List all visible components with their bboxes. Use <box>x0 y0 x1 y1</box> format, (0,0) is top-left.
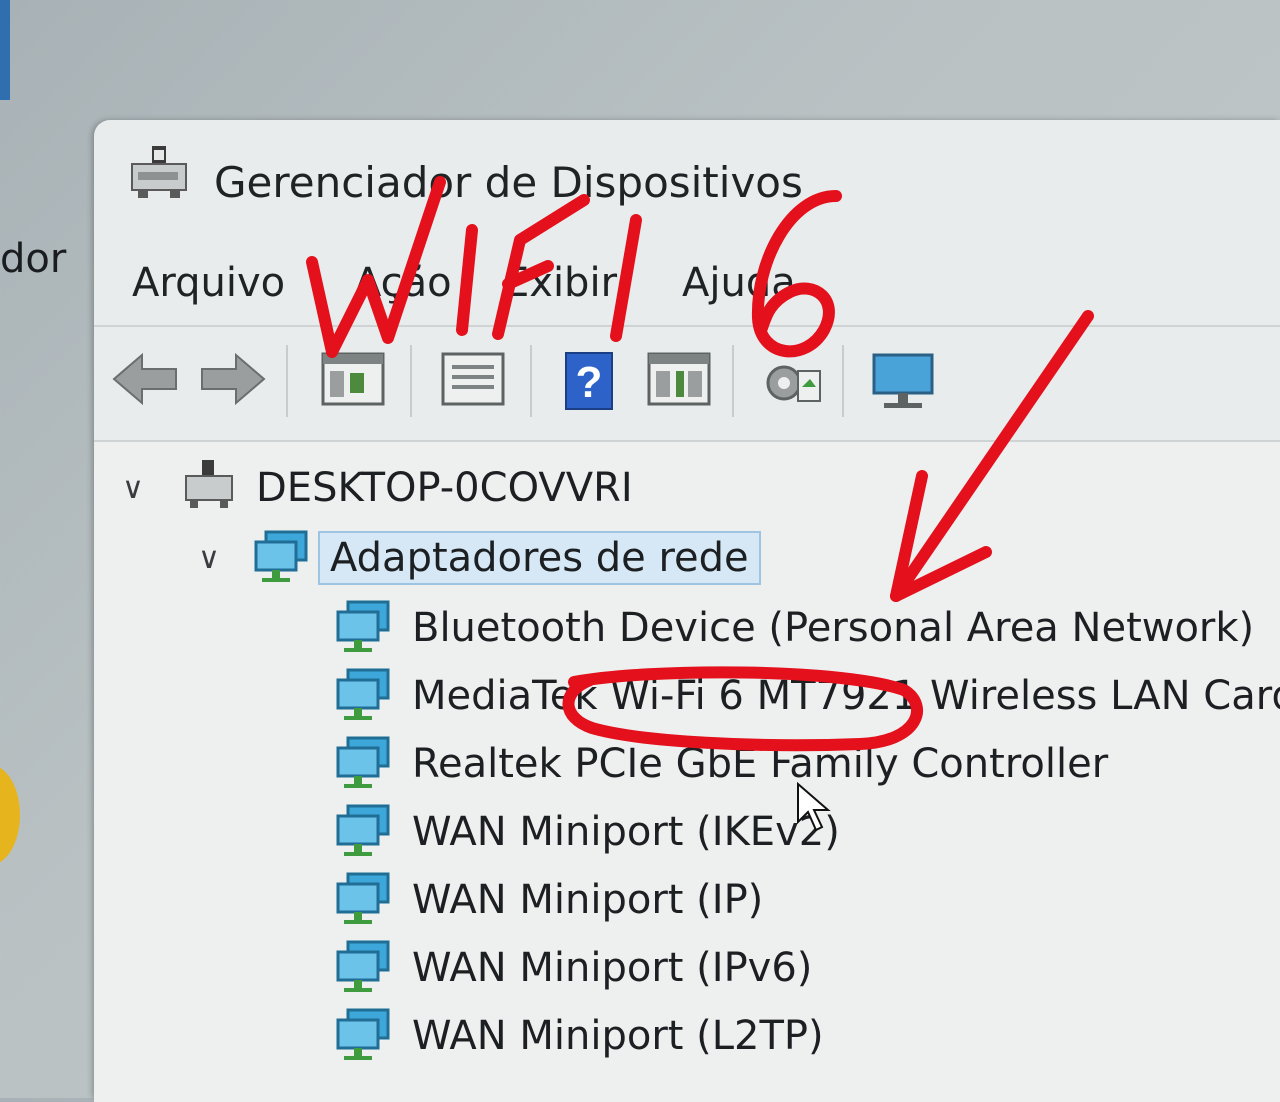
menu-arquivo[interactable]: Arquivo <box>132 260 285 306</box>
toolbar-separator <box>842 345 844 417</box>
mouse-cursor-icon <box>797 782 831 832</box>
computer-name: DESKTOP-0COVVRI <box>256 465 633 511</box>
properties-icon[interactable] <box>320 351 386 411</box>
network-adapter-icon <box>334 802 394 862</box>
device-row[interactable]: WAN Miniport (L2TP) <box>334 1006 824 1066</box>
network-adapter-icon <box>334 1006 394 1066</box>
device-label: MediaTek Wi-Fi 6 MT7921 Wireless LAN Car… <box>412 673 1280 719</box>
tree-root-row[interactable]: ∨ DESKTOP-0COVVRI <box>122 458 633 518</box>
help-icon[interactable]: ? <box>564 351 614 415</box>
device-label: WAN Miniport (IP) <box>412 877 764 923</box>
network-adapter-icon <box>334 666 394 726</box>
device-label: Bluetooth Device (Personal Area Network) <box>412 605 1255 651</box>
title-bar[interactable]: Gerenciador de Dispositivos <box>94 120 1280 240</box>
network-adapter-icon <box>252 528 312 588</box>
device-row[interactable]: Realtek PCIe GbE Family Controller <box>334 734 1108 794</box>
svg-text:?: ? <box>576 358 603 407</box>
device-label: Realtek PCIe GbE Family Controller <box>412 741 1109 787</box>
desktop-yellow-icon[interactable] <box>0 765 20 865</box>
device-row[interactable]: WAN Miniport (IPv6) <box>334 938 812 998</box>
chevron-down-icon[interactable]: ∨ <box>122 471 162 506</box>
device-row[interactable]: WAN Miniport (IP) <box>334 870 763 930</box>
toolbar-separator <box>286 345 288 417</box>
network-adapter-icon <box>334 938 394 998</box>
tree-category-row[interactable]: ∨ Adaptadores de rede <box>198 528 761 588</box>
window-title: Gerenciador de Dispositivos <box>214 158 803 207</box>
device-row[interactable]: Bluetooth Device (Personal Area Network) <box>334 598 1254 658</box>
device-label: WAN Miniport (IPv6) <box>412 945 813 991</box>
toolbar-separator <box>410 345 412 417</box>
desktop-icon-label[interactable]: dor <box>0 236 66 282</box>
device-row[interactable]: MediaTek Wi-Fi 6 MT7921 Wireless LAN Car… <box>334 666 1280 726</box>
desktop-window-edge <box>0 0 10 100</box>
category-label: Adaptadores de rede <box>318 531 761 585</box>
update-driver-icon[interactable] <box>440 351 506 411</box>
network-adapter-icon <box>334 598 394 658</box>
show-hidden-icon[interactable] <box>646 351 712 411</box>
device-row[interactable]: WAN Miniport (IKEv2) <box>334 802 840 862</box>
menu-exibir[interactable]: Exibir <box>504 260 617 306</box>
forward-arrow-icon[interactable] <box>198 351 268 411</box>
back-arrow-icon[interactable] <box>110 351 180 411</box>
monitor-icon[interactable] <box>870 351 936 415</box>
toolbar: ? <box>94 325 1280 437</box>
toolbar-separator <box>732 345 734 417</box>
network-adapter-icon <box>334 734 394 794</box>
device-tree: ∨ DESKTOP-0COVVRI ∨ Adaptadores de rede … <box>94 440 1280 1102</box>
menu-bar: Arquivo Ação Exibir Ajuda <box>94 260 1280 320</box>
device-label: WAN Miniport (IKEv2) <box>412 809 840 855</box>
menu-acao[interactable]: Ação <box>354 260 452 306</box>
device-label: WAN Miniport (L2TP) <box>412 1013 824 1059</box>
toolbar-separator <box>530 345 532 417</box>
chevron-down-icon[interactable]: ∨ <box>198 541 238 576</box>
network-adapter-icon <box>334 870 394 930</box>
scan-hardware-icon[interactable] <box>758 351 824 415</box>
computer-icon <box>182 458 238 518</box>
device-manager-window: Gerenciador de Dispositivos Arquivo Ação… <box>94 120 1280 1102</box>
menu-ajuda[interactable]: Ajuda <box>682 260 796 306</box>
device-manager-app-icon <box>128 142 192 210</box>
